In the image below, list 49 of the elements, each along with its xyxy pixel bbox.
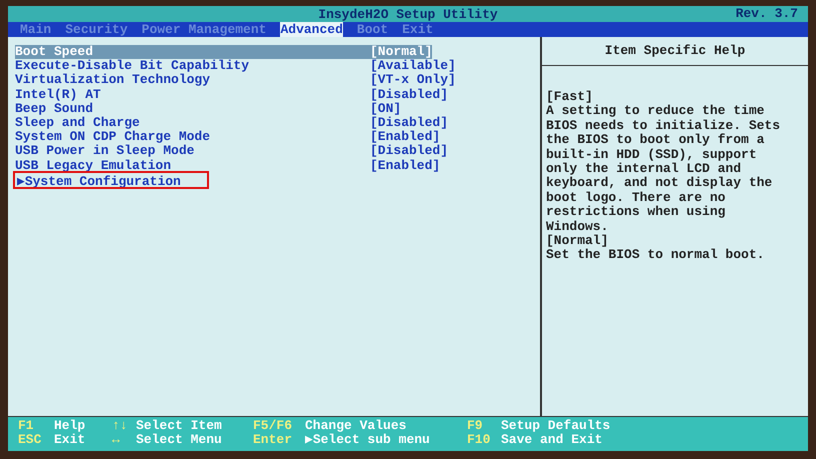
key-label: F10	[467, 433, 492, 447]
setting-value[interactable]: [VT-x Only]	[370, 73, 456, 88]
setting-value[interactable]: [Disabled]	[370, 144, 448, 158]
revision-label: Rev. 3.7	[736, 6, 798, 22]
setting-label[interactable]: Execute-Disable Bit Capability	[15, 59, 370, 74]
window-title: InsydeH2O Setup Utility	[318, 6, 498, 22]
help-text: BIOS needs to initialize. Sets	[546, 118, 782, 133]
menu-tab[interactable]: Advanced	[280, 22, 343, 37]
key-label: ↑↓	[112, 419, 129, 433]
setting-label[interactable]: Beep Sound	[15, 102, 370, 116]
key-description: Select Menu	[136, 433, 222, 447]
key-description: Select Item	[136, 419, 222, 433]
setting-label[interactable]: Sleep and Charge	[15, 116, 370, 130]
key-description: Change Values	[305, 419, 406, 433]
setting-value[interactable]: [Available]	[370, 59, 456, 74]
setting-value[interactable]: [Disabled]	[370, 88, 448, 102]
help-text: only the internal LCD and	[546, 162, 742, 176]
help-text: the BIOS to boot only from a	[546, 133, 766, 148]
help-text: A setting to reduce the time	[546, 104, 766, 119]
key-description: Help	[54, 419, 86, 433]
key-label: ESC	[18, 433, 42, 447]
setting-label[interactable]: System ON CDP Charge Mode	[15, 130, 370, 144]
key-label: F1	[18, 419, 35, 433]
help-text: Set the BIOS to normal boot.	[546, 248, 766, 263]
setting-label[interactable]: Intel(R) AT	[15, 88, 370, 102]
key-description: ▶Select sub menu	[305, 433, 430, 447]
key-label: F9	[467, 419, 484, 433]
help-text: [Fast]	[546, 90, 594, 104]
help-text: Windows.	[546, 220, 610, 234]
help-title: Item Specific Help	[542, 37, 808, 66]
help-text: [Normal]	[546, 234, 610, 248]
help-text: keyboard, and not display the	[546, 176, 774, 191]
key-label: F5/F6	[253, 419, 294, 433]
key-description: Setup Defaults	[501, 419, 610, 433]
key-label: ↔	[112, 433, 121, 447]
setting-value[interactable]: [Disabled]	[370, 116, 448, 130]
help-text: boot logo. There are no	[546, 190, 726, 206]
key-description: Save and Exit	[501, 433, 602, 447]
help-text: built-in HDD (SSD), support	[546, 148, 758, 162]
help-text: restrictions when using	[546, 205, 726, 220]
submenu-item[interactable]: ▶System Configuration	[15, 172, 207, 187]
setting-value[interactable]: [Enabled]	[370, 130, 440, 144]
setting-value[interactable]: [ON]	[370, 102, 402, 116]
setting-value[interactable]: [Enabled]	[370, 158, 440, 173]
setting-label[interactable]: Virtualization Technology	[15, 73, 370, 88]
setting-label[interactable]: USB Power in Sleep Mode	[15, 144, 370, 158]
key-description: Exit	[54, 433, 86, 447]
setting-label[interactable]: USB Legacy Emulation	[15, 158, 370, 173]
key-label: Enter	[253, 433, 294, 447]
